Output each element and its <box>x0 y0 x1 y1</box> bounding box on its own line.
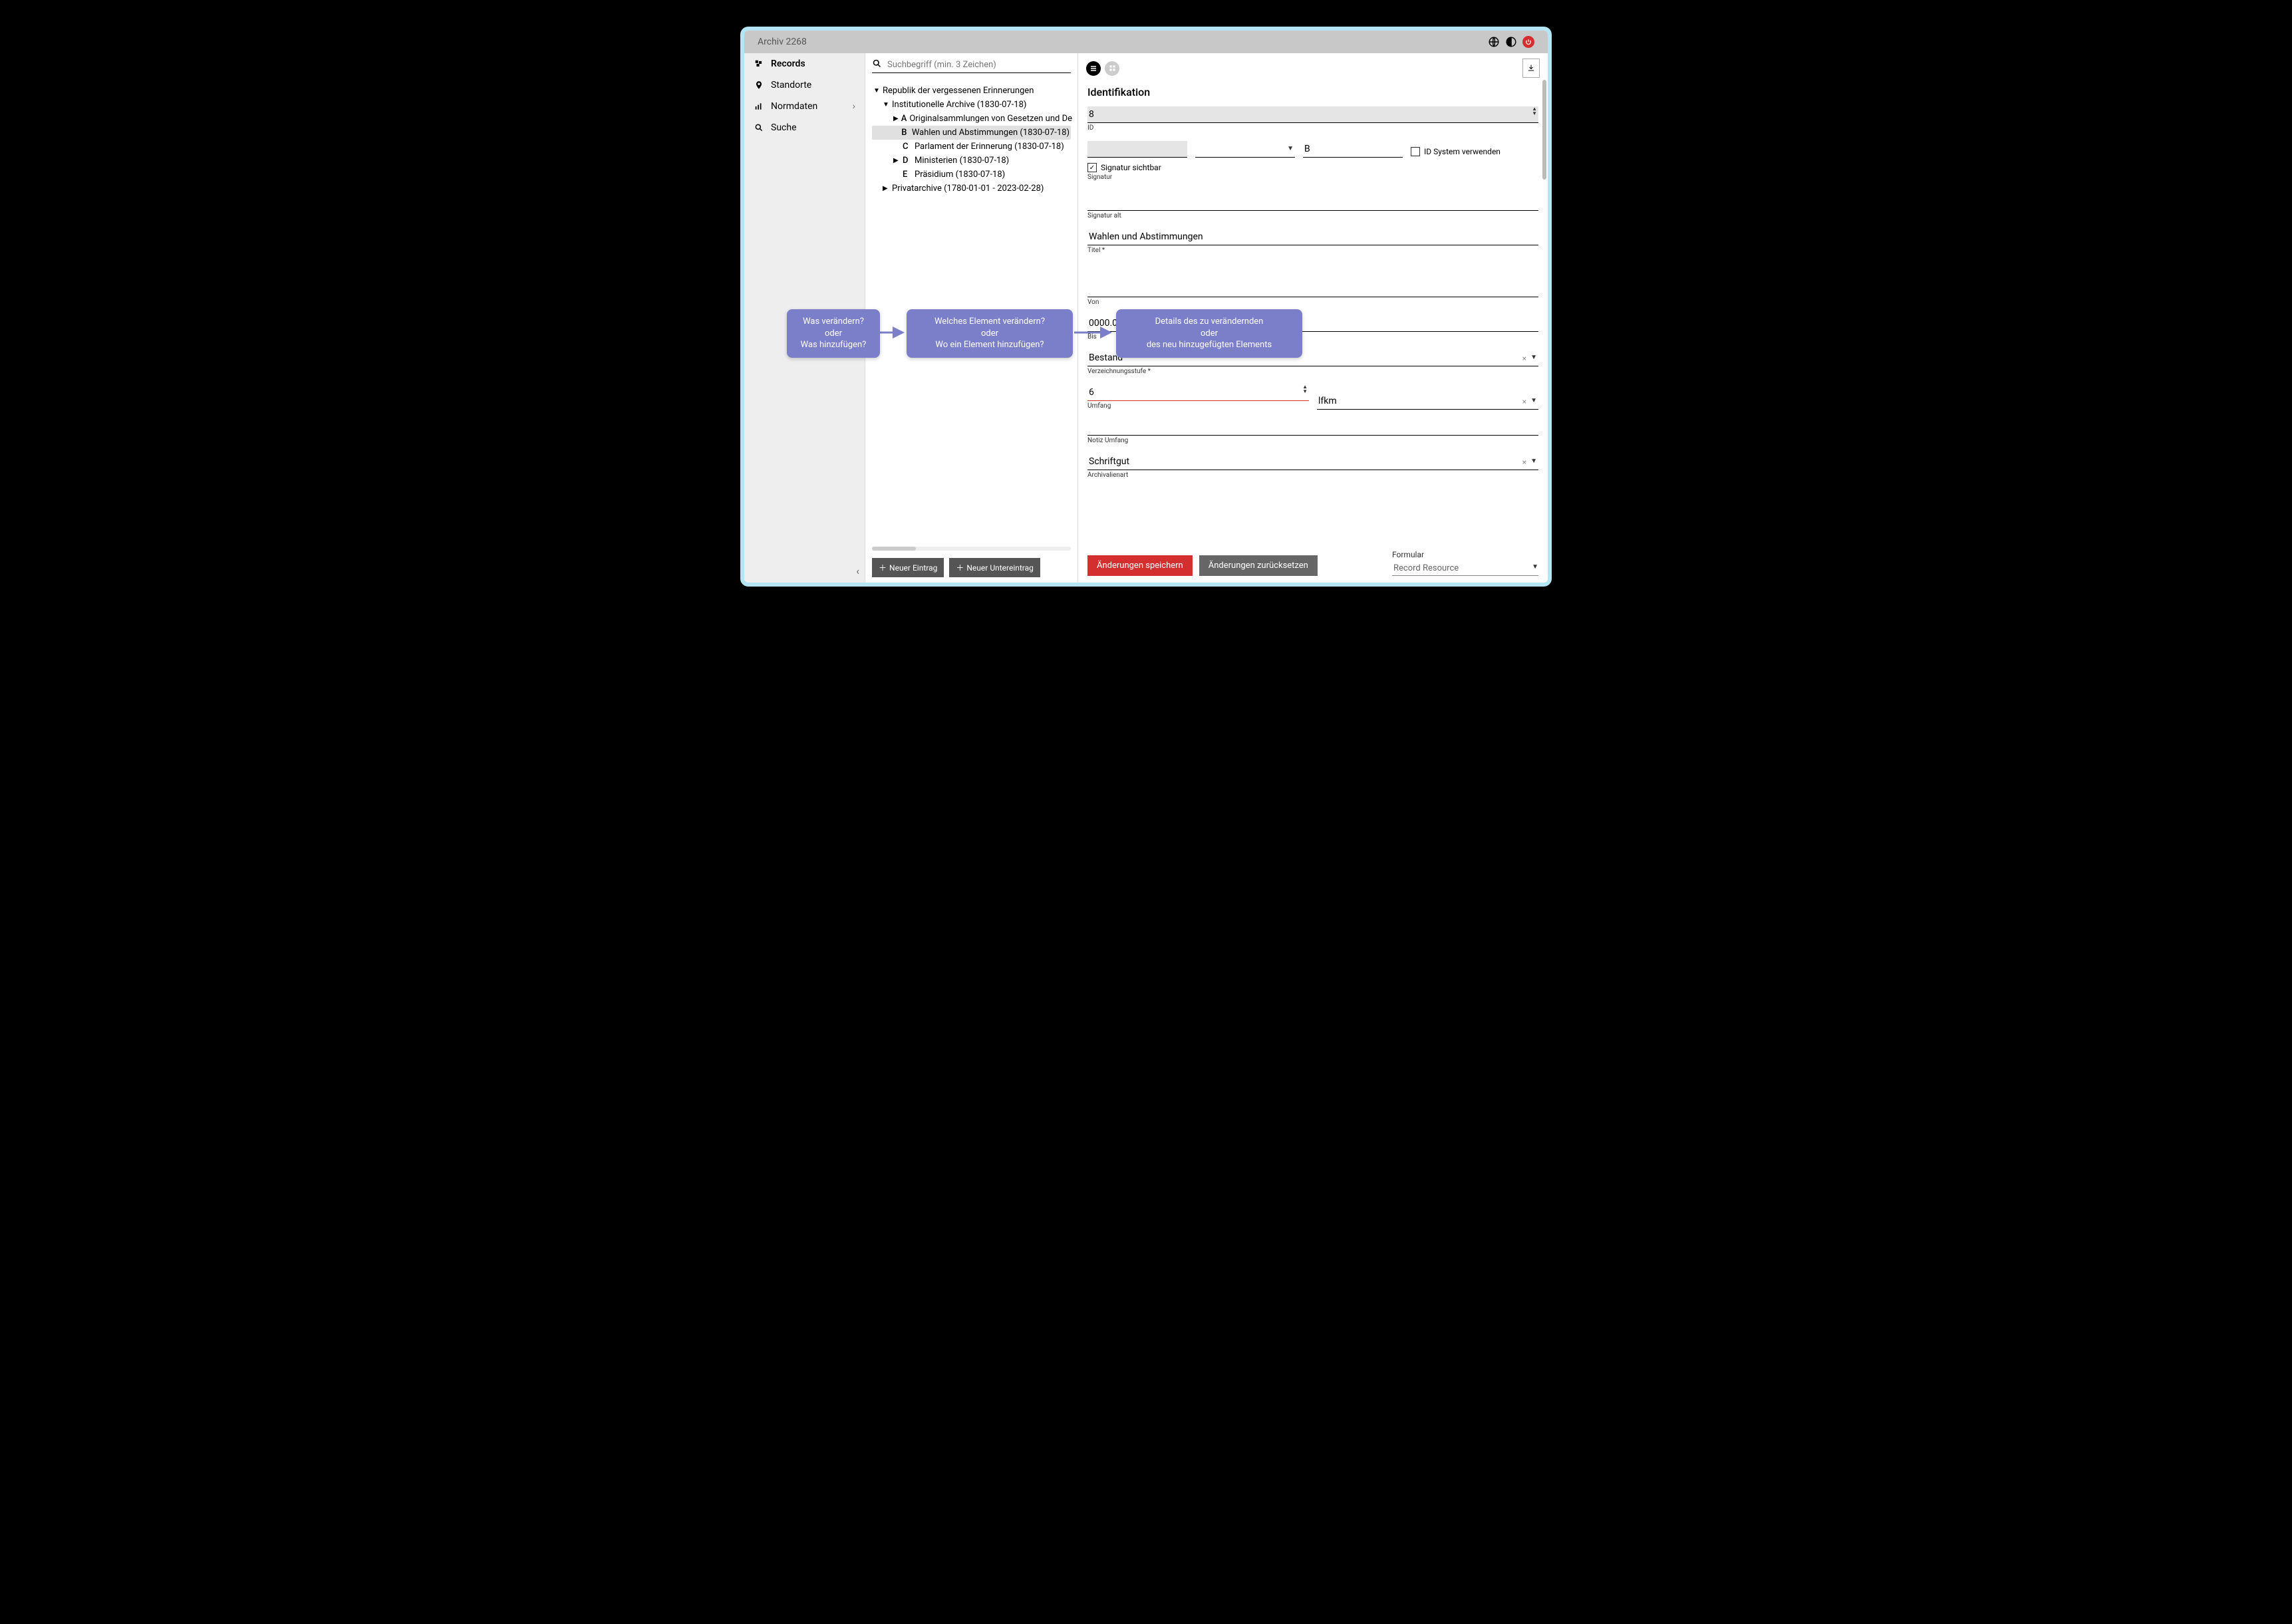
app-window: Archiv 2268 Records <box>740 27 1552 587</box>
logout-icon[interactable] <box>1522 36 1534 48</box>
tree-node[interactable]: ▶Privatarchive (1780-01-01 - 2023-02-28) <box>872 182 1071 196</box>
sidebar-item-normdaten[interactable]: Normdaten › <box>744 96 865 117</box>
chevron-down-icon[interactable]: ▼ <box>1530 354 1537 361</box>
callout-sidebar: Was verändern? oder Was hinzufügen? <box>787 309 880 358</box>
tree-footer: ＋Neuer Eintrag ＋Neuer Untereintrag <box>865 552 1077 583</box>
clear-icon[interactable]: × <box>1522 354 1526 363</box>
sidebar-item-suche[interactable]: Suche <box>744 117 865 138</box>
field-label: Archivalienart <box>1087 472 1538 479</box>
field-label: ID <box>1087 124 1538 132</box>
tree-node[interactable]: ▶DMinisterien (1830-07-18) <box>872 154 1071 168</box>
titlebar: Archiv 2268 <box>744 31 1548 53</box>
collapse-sidebar-icon[interactable]: ‹ <box>856 565 859 577</box>
plus-icon: ＋ <box>956 562 964 573</box>
field-label: Verzeichnungsstufe * <box>1087 368 1538 375</box>
umfang-input[interactable] <box>1087 384 1309 401</box>
tree-search-input[interactable] <box>886 59 1071 71</box>
globe-icon[interactable] <box>1488 36 1500 48</box>
location-icon <box>754 80 764 90</box>
form-select-label: Formular <box>1392 550 1538 559</box>
sidebar-item-label: Records <box>771 59 805 69</box>
chevron-down-icon[interactable]: ▼ <box>1287 145 1294 152</box>
arrow-icon <box>880 326 907 339</box>
id-input[interactable] <box>1087 106 1538 123</box>
arrow-icon <box>1074 326 1114 339</box>
spinner-icon[interactable]: ▲▼ <box>1302 384 1308 394</box>
list-view-icon[interactable] <box>1086 61 1101 76</box>
detail-toolbar <box>1078 53 1548 83</box>
plus-icon: ＋ <box>879 562 887 573</box>
callout-tree: Welches Element verändern? oder Wo ein E… <box>907 309 1073 358</box>
chevron-right-icon: › <box>853 101 855 112</box>
sig-alt-input[interactable] <box>1087 194 1538 211</box>
chart-icon <box>754 101 764 112</box>
section-heading: Identifikation <box>1087 86 1538 98</box>
records-icon <box>754 59 764 69</box>
reset-button[interactable]: Änderungen zurücksetzen <box>1199 555 1318 576</box>
search-icon <box>872 59 882 71</box>
sidebar-item-standorte[interactable]: Standorte <box>744 74 865 96</box>
sig-part3-input[interactable] <box>1303 141 1403 158</box>
titlebar-actions <box>1488 36 1534 48</box>
tree-node-selected[interactable]: BWahlen und Abstimmungen (1830-07-18) <box>872 126 1071 140</box>
sidebar-item-label: Standorte <box>771 80 811 90</box>
detail-footer: Änderungen speichern Änderungen zurückse… <box>1078 543 1548 583</box>
title-input[interactable] <box>1087 229 1538 245</box>
sig-part2-input[interactable] <box>1195 141 1295 158</box>
form-select[interactable] <box>1392 561 1538 576</box>
grid-view-icon[interactable] <box>1105 61 1119 76</box>
new-entry-button[interactable]: ＋Neuer Eintrag <box>872 558 944 577</box>
archivalienart-select[interactable] <box>1087 454 1538 470</box>
sidebar-item-label: Normdaten <box>771 101 817 112</box>
tree-search-wrap <box>865 53 1077 78</box>
chevron-down-icon[interactable]: ▼ <box>1530 458 1537 465</box>
callout-detail: Details des zu verändernden oder des neu… <box>1116 309 1302 358</box>
notiz-umfang-input[interactable] <box>1087 419 1538 436</box>
chevron-down-icon[interactable]: ▼ <box>1530 397 1537 404</box>
save-button[interactable]: Änderungen speichern <box>1087 555 1193 576</box>
tree-node[interactable]: EPräsidium (1830-07-18) <box>872 168 1071 182</box>
use-id-checkbox[interactable] <box>1411 147 1420 156</box>
sig-visible-checkbox[interactable]: ✓ <box>1087 163 1097 172</box>
tree-node[interactable]: ▼Institutionelle Archive (1830-07-18) <box>872 98 1071 112</box>
chevron-down-icon[interactable]: ▼ <box>1532 563 1538 571</box>
checkbox-label: ID System verwenden <box>1424 147 1501 156</box>
field-label: Notiz Umfang <box>1087 437 1538 444</box>
tree-node[interactable]: CParlament der Erinnerung (1830-07-18) <box>872 140 1071 154</box>
download-icon[interactable] <box>1522 59 1540 78</box>
field-label: Signatur <box>1087 174 1538 181</box>
field-label: Von <box>1087 299 1538 306</box>
field-label: Signatur alt <box>1087 212 1538 219</box>
field-label: Umfang <box>1087 402 1309 410</box>
detail-vscroll[interactable] <box>1541 53 1548 583</box>
tree-hscroll[interactable] <box>872 547 1071 551</box>
umfang-unit-select[interactable] <box>1317 393 1538 410</box>
theme-toggle-icon[interactable] <box>1505 36 1517 48</box>
app-frame: Archiv 2268 Records <box>744 31 1548 583</box>
sidebar-item-records[interactable]: Records <box>744 53 865 74</box>
tree-node[interactable]: ▶AOriginalsammlungen von Gesetzen und De <box>872 112 1071 126</box>
field-label: Titel * <box>1087 247 1538 254</box>
spinner-icon[interactable]: ▲▼ <box>1532 106 1537 116</box>
clear-icon[interactable]: × <box>1522 458 1526 467</box>
sidebar-item-label: Suche <box>771 122 797 133</box>
von-input[interactable] <box>1087 281 1538 297</box>
search-icon <box>754 122 764 133</box>
sig-part1-input[interactable] <box>1087 141 1187 158</box>
checkbox-label: Signatur sichtbar <box>1101 163 1161 172</box>
app-title: Archiv 2268 <box>758 37 807 47</box>
clear-icon[interactable]: × <box>1522 397 1526 406</box>
tree-node-root[interactable]: ▼Republik der vergessenen Erinnerungen <box>872 84 1071 98</box>
new-subentry-button[interactable]: ＋Neuer Untereintrag <box>949 558 1040 577</box>
